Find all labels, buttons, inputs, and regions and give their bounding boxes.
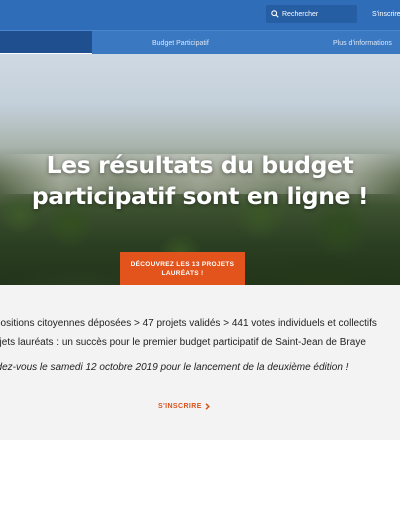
hero-banner: Les résultats du budget participatif son… <box>0 54 400 285</box>
tab-plus-informations[interactable]: Plus d'informations <box>333 31 392 55</box>
tab-accueil[interactable]: ueil <box>0 31 92 55</box>
stats-line-next-edition: ndez-vous le samedi 12 octobre 2019 pour… <box>0 362 349 373</box>
hero-title-line1: Les résultats du budget <box>46 151 354 179</box>
top-header-bar: Rechercher S'inscrire <box>0 0 400 30</box>
discover-projects-button[interactable]: DÉCOUVREZ LES 13 PROJETS LAURÉATS ! <box>120 252 245 285</box>
signup-link-header[interactable]: S'inscrire <box>372 5 400 23</box>
hero-title-line2: participatif sont en ligne ! <box>31 182 369 210</box>
cta-line1: DÉCOUVREZ LES 13 PROJETS <box>130 261 235 268</box>
chevron-right-icon <box>205 402 210 410</box>
results-summary-section: positions citoyennes déposées > 47 proje… <box>0 285 400 440</box>
tab-budget-participatif[interactable]: Budget Participatif <box>152 31 209 55</box>
search-input[interactable]: Rechercher <box>266 5 357 23</box>
signup-link-label: S'INSCRIRE <box>158 402 202 410</box>
stats-line-proposals: positions citoyennes déposées > 47 proje… <box>0 318 377 329</box>
hero-title: Les résultats du budget participatif son… <box>0 150 400 212</box>
cta-line2: LAURÉATS ! <box>161 270 204 277</box>
search-icon <box>268 5 282 23</box>
main-navigation: ueil Budget Participatif Plus d'informat… <box>0 30 400 55</box>
search-placeholder: Rechercher <box>282 10 319 18</box>
signup-link[interactable]: S'INSCRIRE <box>158 401 210 411</box>
stats-line-winners: ojets lauréats : un succès pour le premi… <box>0 337 366 348</box>
